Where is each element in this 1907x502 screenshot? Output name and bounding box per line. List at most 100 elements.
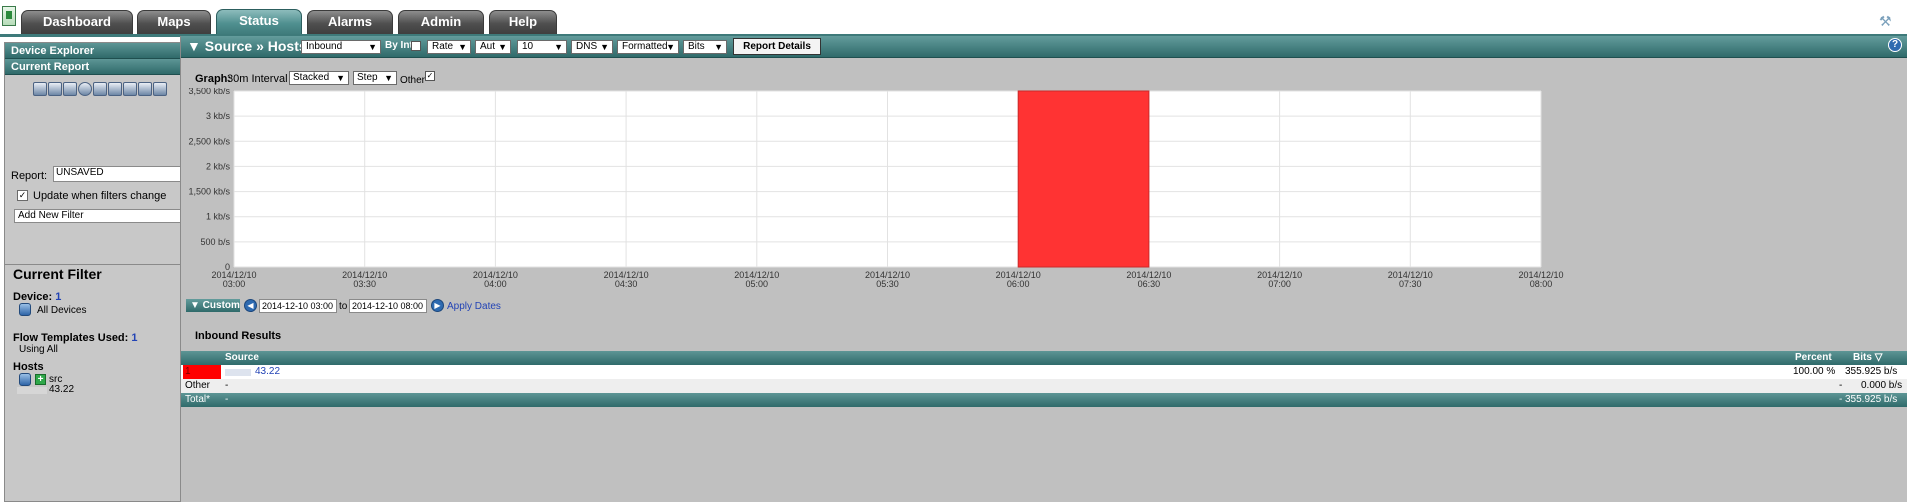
chevron-down-icon: ▼ — [600, 42, 609, 52]
app-logo-icon[interactable] — [2, 6, 16, 26]
report-details-button[interactable]: Report Details — [733, 38, 821, 55]
pdf-icon[interactable] — [153, 82, 167, 96]
col-percent[interactable]: Percent — [1795, 352, 1832, 363]
format-select[interactable]: Formatted ▼ — [617, 40, 679, 54]
x-tick-label: 07:00 — [1268, 279, 1291, 289]
y-tick-label: 2,500 kb/s — [188, 136, 230, 146]
row-rank: Total* — [185, 394, 211, 405]
plus-icon[interactable]: + — [35, 374, 46, 385]
row-source: - — [225, 394, 229, 405]
wrench-icon[interactable]: ⚒ — [1879, 14, 1893, 28]
chevron-down-icon: ▼ — [554, 42, 563, 52]
chevron-down-icon: ▼ — [714, 42, 723, 52]
redacted-ip — [17, 387, 47, 394]
tab-alarms[interactable]: Alarms — [307, 10, 393, 34]
sort-desc-icon: ▽ — [1874, 352, 1883, 363]
export-icon[interactable] — [138, 82, 152, 96]
row-source[interactable]: 43.22 — [255, 366, 280, 377]
chevron-down-icon: ▼ — [368, 42, 377, 52]
database-icon — [19, 303, 31, 316]
x-tick-label: 08:00 — [1530, 279, 1553, 289]
save-icon[interactable] — [48, 82, 62, 96]
help-icon[interactable]: ? — [1888, 38, 1902, 52]
by-int-checkbox[interactable] — [411, 41, 421, 51]
table-row: Other - - 0.000 b/s — [181, 379, 1907, 393]
chevron-down-icon: ▼ — [384, 73, 393, 83]
previous-range-icon[interactable]: ◀ — [244, 299, 257, 312]
top-nav: Dashboard Maps Status Alarms Admin Help … — [0, 0, 1907, 37]
row-percent: - — [1839, 380, 1843, 391]
row-percent: - — [1839, 394, 1843, 405]
units-select[interactable]: Bits ▼ — [683, 40, 727, 54]
table-header: Source Percent Bits ▽ — [181, 351, 1907, 365]
traffic-chart: 0500 b/s1 kb/s1,500 kb/s2 kb/s2,500 kb/s… — [188, 88, 1563, 289]
report-toolbar — [33, 82, 167, 96]
database-icon — [19, 373, 31, 386]
row-bits: 0.000 b/s — [1861, 380, 1903, 391]
direction-select[interactable]: Inbound ▼ — [301, 40, 381, 54]
page-title[interactable]: ▼ Source » Hosts — [187, 38, 307, 54]
row-bits: 355.925 b/s — [1845, 366, 1898, 377]
apply-dates-link[interactable]: Apply Dates — [447, 301, 501, 312]
start-date-input[interactable]: 2014-12-10 03:00 — [259, 299, 337, 313]
y-tick-label: 1 kb/s — [206, 212, 231, 222]
report-name-input[interactable]: UNSAVED — [53, 166, 193, 182]
y-tick-label: 3,500 kb/s — [188, 88, 230, 96]
tab-maps[interactable]: Maps — [137, 10, 211, 34]
templates-value: Using All — [19, 344, 58, 355]
hosts-ip: 43.22 — [49, 384, 75, 395]
count-select[interactable]: 10 ▼ — [517, 40, 567, 54]
table-icon[interactable] — [123, 82, 137, 96]
row-rank: 1 — [185, 366, 191, 377]
update-checkbox[interactable]: ✓ — [17, 190, 28, 201]
x-tick-label: 05:00 — [746, 279, 769, 289]
update-label: Update when filters change — [33, 190, 167, 202]
report-label: Report: — [11, 170, 48, 182]
add-filter-label: Add New Filter — [18, 210, 84, 221]
graph-label: Graph: — [195, 73, 232, 85]
x-tick-label: 03:30 — [353, 279, 376, 289]
row-source: - — [225, 380, 229, 391]
next-range-icon[interactable]: ▶ — [431, 299, 444, 312]
graph-style-select[interactable]: Step ▼ — [353, 71, 397, 85]
dns-select[interactable]: DNS ▼ — [571, 40, 613, 54]
clock-icon[interactable] — [78, 82, 92, 96]
tab-admin[interactable]: Admin — [398, 10, 484, 34]
y-tick-label: 3 kb/s — [206, 111, 231, 121]
end-date-input[interactable]: 2014-12-10 08:00 — [349, 299, 427, 313]
add-filter-select[interactable]: Add New Filter▼ — [14, 209, 194, 223]
templates-label: Flow Templates Used: 1 — [13, 332, 138, 344]
other-checkbox[interactable]: ✓ — [425, 71, 435, 81]
chevron-down-icon: ▼ — [666, 42, 675, 52]
other-label: Other — [400, 75, 426, 86]
aut-select[interactable]: Aut ▼ — [475, 40, 511, 54]
tab-help[interactable]: Help — [489, 10, 557, 34]
templates-count: 1 — [131, 332, 138, 344]
by-int-label: By Int — [385, 40, 413, 51]
print-icon[interactable] — [93, 82, 107, 96]
graph-interval: 30m Interval — [227, 73, 288, 85]
main-panel: ▼ Source » Hosts Inbound ▼ By Int Rate ▼ A… — [180, 36, 1907, 502]
tab-status[interactable]: Status — [216, 9, 302, 35]
col-source[interactable]: Source — [225, 352, 259, 363]
tab-dashboard[interactable]: Dashboard — [21, 10, 133, 34]
col-bits[interactable]: Bits ▽ — [1853, 352, 1882, 363]
rate-select[interactable]: Rate ▼ — [427, 40, 471, 54]
chevron-down-icon: ▼ — [336, 73, 345, 83]
current-filter-title: Current Filter — [13, 266, 102, 282]
table-row[interactable]: 1 43.22 100.00 % 355.925 b/s — [181, 365, 1907, 379]
report-header: ▼ Source » Hosts Inbound ▼ By Int Rate ▼ A… — [181, 36, 1907, 58]
to-label: to — [339, 301, 348, 312]
row-percent: 100.00 % — [1793, 366, 1836, 377]
graph-mode-select[interactable]: Stacked ▼ — [289, 71, 349, 85]
device-count: 1 — [55, 291, 62, 303]
open-icon[interactable] — [33, 82, 47, 96]
x-tick-label: 07:30 — [1399, 279, 1422, 289]
row-rank: Other — [185, 380, 211, 391]
y-tick-label: 1,500 kb/s — [188, 187, 230, 197]
db-icon[interactable] — [108, 82, 122, 96]
custom-range-button[interactable]: ▼ Custom — [186, 299, 240, 312]
x-tick-label: 06:30 — [1138, 279, 1161, 289]
save-as-icon[interactable] — [63, 82, 77, 96]
x-tick-label: 06:00 — [1007, 279, 1030, 289]
